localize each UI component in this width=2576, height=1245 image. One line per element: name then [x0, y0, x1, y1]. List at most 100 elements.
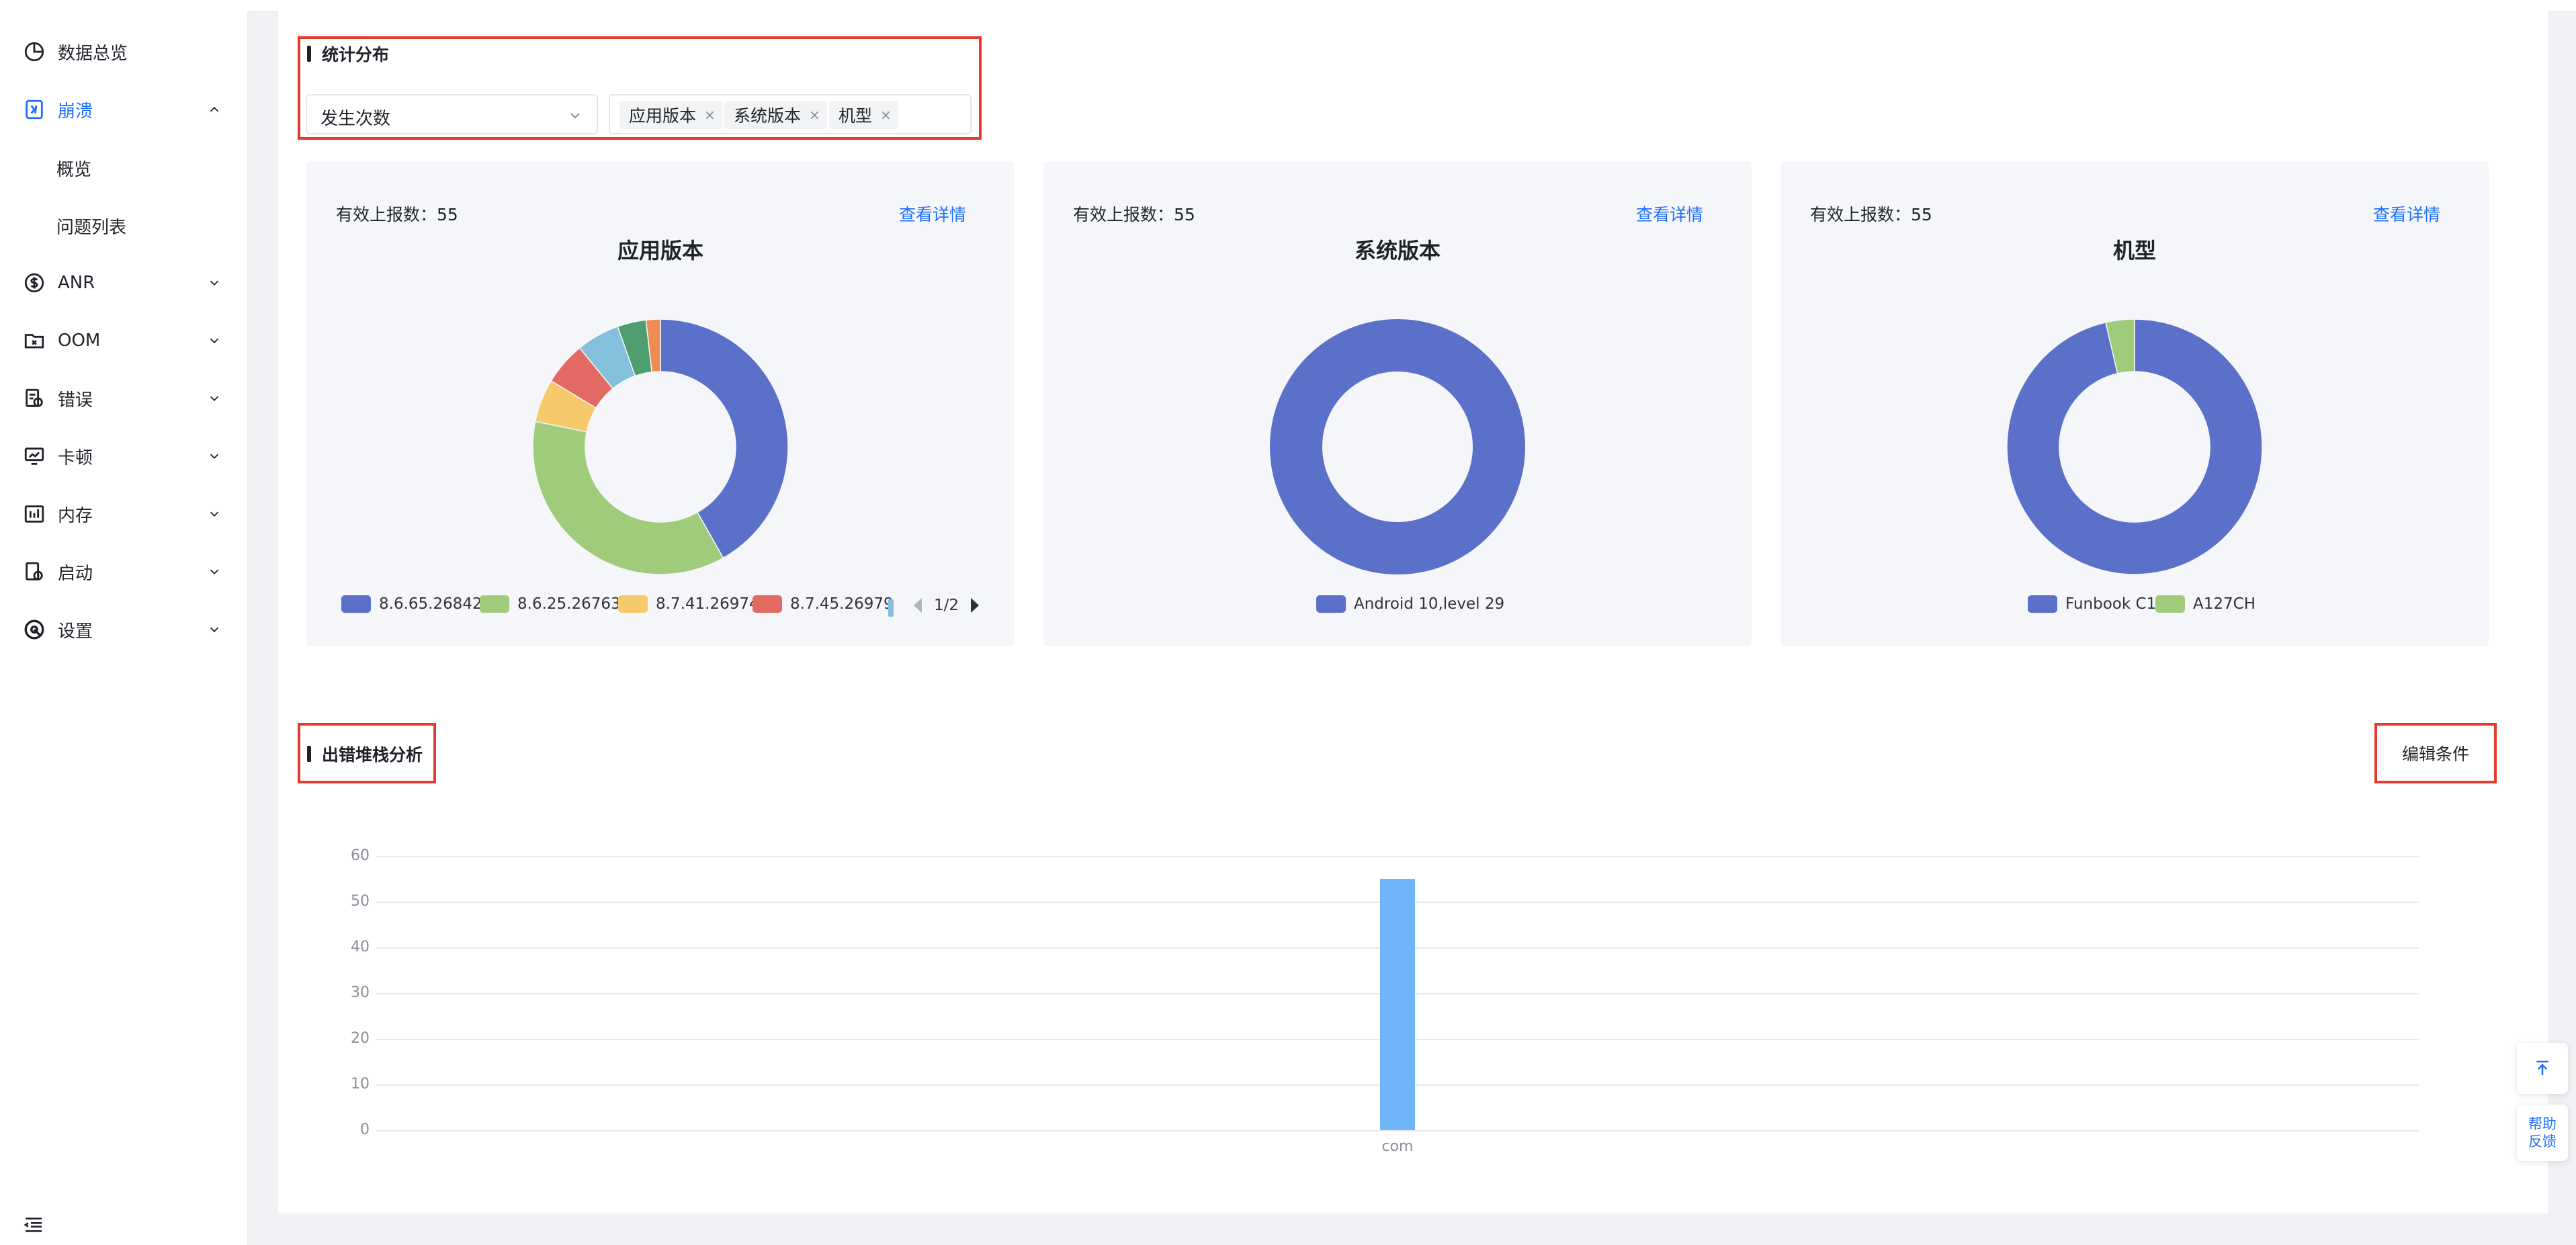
sidebar-item-label: ANR: [58, 273, 95, 293]
crash-icon: [23, 98, 46, 121]
sidebar-subitem-issues[interactable]: 问题列表: [0, 196, 247, 254]
sidebar-item-error[interactable]: 错误: [0, 370, 247, 427]
legend-label: 8.6.25.26763: [517, 595, 621, 613]
count-label: 有效上报数：: [1810, 205, 1912, 224]
settings-icon: [23, 618, 46, 641]
legend-swatch: [2155, 595, 2185, 613]
sidebar-item-lag[interactable]: 卡顿: [0, 427, 247, 485]
stack-title-text: 出错堆栈分析: [322, 745, 423, 765]
close-icon[interactable]: ×: [809, 107, 820, 123]
view-detail-link[interactable]: 查看详情: [899, 202, 966, 226]
donut-chart: [1270, 319, 1525, 574]
chevron-down-icon: [210, 627, 219, 633]
device-model-card: 有效上报数：55 查看详情 机型 Funbook C1 A127CH: [1780, 161, 2489, 646]
sidebar-item-oom[interactable]: OOM: [0, 312, 247, 370]
tag-label: 机型: [839, 106, 873, 126]
grid-line: [376, 1130, 2419, 1131]
menu-collapse-icon[interactable]: [23, 1214, 44, 1236]
donut-slice[interactable]: [1270, 319, 1525, 574]
grid-line: [376, 856, 2419, 857]
dimension-tag: 系统版本 ×: [724, 101, 827, 129]
sidebar-subitem-label: 概览: [56, 160, 92, 180]
legend-swatch: [618, 595, 648, 613]
tag-label: 应用版本: [629, 106, 697, 126]
back-to-top-button[interactable]: [2517, 1043, 2568, 1094]
os-version-card: 有效上报数：55 查看详情 系统版本 Android 10,level 29: [1043, 161, 1752, 646]
sidebar-item-label: OOM: [58, 331, 101, 351]
chart-legend: Funbook C1 A127CH: [1780, 595, 2489, 622]
legend-swatch: [341, 595, 371, 613]
monitor-icon: [23, 445, 46, 468]
pie-chart-icon: [23, 40, 46, 63]
legend-item[interactable]: 8.6.65.26842: [341, 595, 482, 613]
count-label: 有效上报数：: [1073, 205, 1174, 224]
legend-item[interactable]: 8.6.25.26763: [480, 595, 621, 613]
sidebar-subitem-overview[interactable]: 概览: [0, 138, 247, 196]
chart-bar[interactable]: [1380, 879, 1415, 1130]
sidebar-item-overview[interactable]: 数据总览: [0, 23, 247, 81]
card-title: 系统版本: [1354, 238, 1441, 263]
sidebar-item-crash[interactable]: 崩溃: [0, 81, 247, 138]
memory-icon: [23, 503, 46, 525]
legend-item[interactable]: 8.7.45.26979: [753, 595, 894, 613]
y-tick-label: 0: [360, 1121, 370, 1138]
legend-label: Android 10,level 29: [1354, 595, 1505, 613]
chevron-down-icon: [210, 454, 219, 460]
stack-bar-chart: 0 10 20 30 40 50 60 com: [316, 833, 2425, 1169]
error-doc-icon: [23, 387, 46, 410]
valid-report-count: 有效上报数：55: [1073, 202, 1195, 226]
count-value: 55: [437, 205, 458, 224]
prev-page-icon[interactable]: [911, 597, 925, 614]
chevron-down-icon: [210, 569, 219, 575]
sidebar-item-settings[interactable]: 设置: [0, 601, 247, 658]
y-tick-label: 40: [351, 939, 370, 955]
view-detail-link[interactable]: 查看详情: [1636, 202, 1703, 226]
x-tick-label: com: [1381, 1138, 1414, 1155]
sidebar-item-anr[interactable]: ANR: [0, 254, 247, 312]
donut-slice[interactable]: [532, 421, 724, 575]
y-tick-label: 60: [351, 847, 370, 864]
help-feedback-button[interactable]: 帮助 反馈: [2517, 1105, 2568, 1161]
sidebar-item-label: 数据总览: [58, 43, 128, 64]
footer-strip: [278, 1238, 2548, 1245]
pager-text: 1/2: [934, 597, 959, 614]
dimension-multiselect[interactable]: 应用版本 × 系统版本 × 机型 ×: [609, 94, 972, 134]
launch-icon: [23, 560, 46, 583]
edit-conditions-button[interactable]: 编辑条件: [2381, 728, 2490, 778]
legend-label: 8.7.45.26979: [790, 595, 894, 613]
valid-report-count: 有效上报数：55: [336, 202, 458, 226]
title-bar-marker: [307, 46, 311, 62]
count-value: 55: [1911, 205, 1932, 224]
close-icon[interactable]: ×: [880, 107, 892, 123]
legend-item[interactable]: 8.7.41.26974: [618, 595, 759, 613]
legend-label: Funbook C1: [2065, 595, 2157, 613]
metric-select-value: 发生次数: [320, 109, 391, 129]
close-icon[interactable]: ×: [704, 107, 716, 123]
metric-select[interactable]: 发生次数: [306, 94, 598, 134]
sidebar-item-launch[interactable]: 启动: [0, 543, 247, 601]
legend-item[interactable]: Funbook C1: [2028, 595, 2156, 613]
legend-label: 8.6.65.26842: [379, 595, 482, 613]
legend-item[interactable]: A127CH: [2155, 595, 2256, 613]
app-version-card: 有效上报数：55 查看详情 应用版本 8.6.65.26842 8.6.25.2…: [306, 161, 1015, 646]
next-page-icon[interactable]: [968, 597, 982, 614]
legend-label: 8.7.41.26974: [656, 595, 759, 613]
folder-icon: [23, 329, 46, 352]
count-value: 55: [1174, 205, 1195, 224]
legend-label: A127CH: [2193, 595, 2256, 613]
dimension-tag: 应用版本 ×: [619, 101, 722, 129]
y-tick-label: 30: [351, 984, 370, 1001]
legend-item[interactable]: Android 10,level 29: [1316, 595, 1504, 613]
card-title: 机型: [2112, 238, 2156, 263]
help-line-1: 帮助: [2528, 1116, 2557, 1132]
sidebar-item-label: 启动: [58, 563, 93, 584]
chart-legend: Android 10,level 29: [1043, 595, 1752, 622]
legend-pager: 1/2: [911, 597, 982, 614]
stats-title-text: 统计分布: [322, 45, 390, 65]
sidebar-item-memory[interactable]: 内存: [0, 485, 247, 543]
chevron-up-icon: [210, 106, 219, 112]
sidebar-item-label: 设置: [58, 621, 93, 642]
chevron-down-icon: [210, 396, 219, 402]
donut-chart: [2006, 318, 2263, 575]
view-detail-link[interactable]: 查看详情: [2373, 202, 2440, 226]
